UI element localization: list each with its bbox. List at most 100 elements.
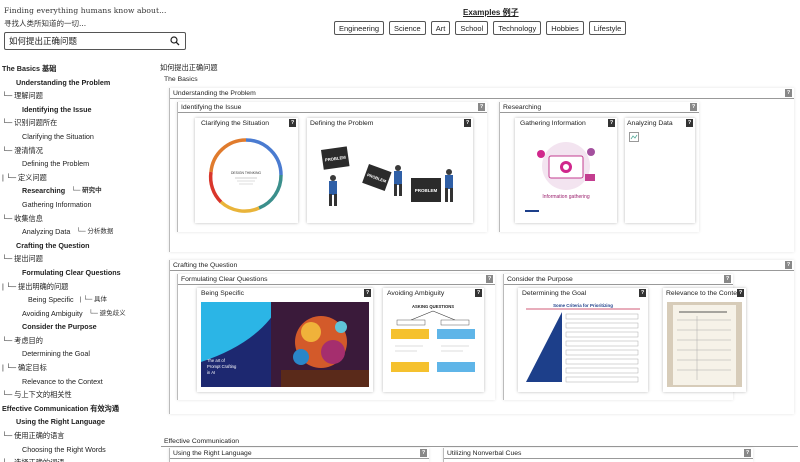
outline-item-text: Identifying the Issue [22,104,92,114]
outline-item[interactable]: Avoiding Ambiguity └─ 避免歧义 [2,307,157,321]
outline-item[interactable]: Formulating Clear Questions [2,266,157,280]
problem-boxes-image: PROBLEM PROBLEM PROBLEM [311,132,469,218]
node-effective-title: Effective Communication [161,436,798,447]
help-icon[interactable]: ? [289,119,296,127]
help-icon[interactable]: ? [737,289,744,297]
chip-lifestyle[interactable]: Lifestyle [588,21,627,35]
node-identifying-title: Identifying the Issue [178,102,487,113]
search-box[interactable]: 如何提出正确问题 [4,32,186,50]
outline-item-translation: └─ 研究中 [71,187,102,195]
help-icon[interactable]: ? [608,119,615,127]
outline-item[interactable]: Using the Right Language [2,415,157,429]
prompt-crafting-image: The art of Prompt Crafting in AI [201,302,369,387]
card-gathering-information[interactable]: Gathering Information ? Information gath… [515,118,617,223]
outline-item[interactable]: └─ 收集信息 [2,212,157,226]
problem-label: PROBLEM [415,188,438,193]
outline-item-text: Using the Right Language [16,417,106,427]
card-relevance-title: Relevance to the Context [666,290,743,297]
chip-technology[interactable]: Technology [493,21,542,35]
outline-item[interactable]: Choosing the Right Words [2,443,157,457]
card-avoiding-ambiguity[interactable]: Avoiding Ambiguity ? ASKING QUESTIONS [383,288,484,392]
outline-item[interactable]: Defining the Problem [2,157,157,171]
card-determining-goal[interactable]: Determining the Goal ? Some Criteria for… [518,288,648,392]
help-icon[interactable]: ? [785,261,792,269]
outline-item[interactable]: | └─ 定义问题 [2,171,157,185]
chip-school[interactable]: School [455,21,489,35]
help-icon[interactable]: ? [420,449,427,457]
outline-item-text: Researching [22,186,66,196]
chip-science[interactable]: Science [389,21,426,35]
outline-item[interactable]: └─ 考虑目的 [2,334,157,348]
example-chips: Engineering Science Art School Technolog… [334,21,627,35]
card-being-specific[interactable]: Being Specific ? The art of Prompt Craft… [197,288,373,392]
outline-item[interactable]: └─ 理解问题 [2,89,157,103]
help-icon[interactable]: ? [686,119,693,127]
node-using-language-title: Using the Right Language [170,448,429,459]
asking-questions-label: ASKING QUESTIONS [412,304,454,309]
tagline: Finding everything humans know about... [4,6,167,15]
help-icon[interactable]: ? [785,89,792,97]
outline-item-text: Effective Communication 有效沟通 [2,403,120,413]
outline-item[interactable]: Researching └─ 研究中 [2,184,157,198]
circle-center-text: DESIGN THINKING [231,171,261,175]
information-gathering-image: Information gathering [519,132,613,218]
outline-item[interactable]: | └─ 提出明确的问题 [2,280,157,294]
outline-item[interactable]: Clarifying the Situation [2,130,157,144]
outline-item-text: └─ 收集信息 [2,213,43,223]
help-icon[interactable]: ? [464,119,471,127]
card-determining-title: Determining the Goal [522,290,587,297]
outline-item[interactable]: └─ 识别问题所在 [2,116,157,130]
outline-item[interactable]: | └─ 确定目标 [2,361,157,375]
outline-item[interactable]: Consider the Purpose [2,320,157,334]
examples-title: Examples 例子 [463,8,519,17]
chip-hobbies[interactable]: Hobbies [546,21,584,35]
outline-item[interactable]: Analyzing Data └─ 分析数据 [2,225,157,239]
node-the-basics-title: The Basics [164,76,198,83]
outline-item-text: Relevance to the Context [22,376,103,386]
help-icon[interactable]: ? [724,275,731,283]
outline-item[interactable]: └─ 与上下文的相关性 [2,388,157,402]
outline-item[interactable]: Relevance to the Context [2,375,157,389]
outline-item[interactable]: Determining the Goal [2,347,157,361]
art-caption-line3: in AI [207,370,215,375]
design-thinking-image: DESIGN THINKING [199,132,294,218]
card-clarifying-situation[interactable]: Clarifying the Situation ? DESIGN THINKI… [195,118,298,223]
help-icon[interactable]: ? [475,289,482,297]
help-icon[interactable]: ? [478,103,485,111]
outline-item[interactable]: Gathering Information [2,198,157,212]
outline-item[interactable]: Crafting the Question [2,239,157,253]
outline-item-text: Being Specific [28,295,74,305]
outline-item-text: └─ 理解问题 [2,91,43,101]
node-using-right-language[interactable]: Using the Right Language ? [169,448,429,462]
outline-item[interactable]: └─ 选择正确的词语 [2,456,157,462]
search-input[interactable]: 如何提出正确问题 [9,35,169,47]
help-icon[interactable]: ? [486,275,493,283]
outline-item[interactable]: └─ 澄清情况 [2,144,157,158]
outline-item[interactable]: Being Specific | └─ 具体 [2,293,157,307]
outline-item[interactable]: Identifying the Issue [2,103,157,117]
chip-engineering[interactable]: Engineering [334,21,385,35]
outline-item-text: | └─ 提出明确的问题 [2,281,69,291]
outline-item-text: Determining the Goal [22,349,90,359]
card-clarifying-title: Clarifying the Situation [201,120,270,127]
outline-item[interactable]: └─ 使用正确的语言 [2,429,157,443]
help-icon[interactable]: ? [639,289,646,297]
outline-item[interactable]: └─ 提出问题 [2,252,157,266]
card-defining-problem[interactable]: Defining the Problem ? PROBLEM PROBLEM P… [307,118,473,223]
outline-item[interactable]: The Basics 基础 [2,62,157,76]
search-icon[interactable] [169,35,181,47]
help-icon[interactable]: ? [744,449,751,457]
outline-item[interactable]: Understanding the Problem [2,76,157,90]
broken-image-icon [629,132,691,218]
node-understanding-title: Understanding the Problem [170,88,794,99]
card-relevance-context[interactable]: Relevance to the Context ? [663,288,746,392]
node-nonverbal-cues[interactable]: Utilizing Nonverbal Cues ? [443,448,753,462]
help-icon[interactable]: ? [364,289,371,297]
outline-item[interactable]: Effective Communication 有效沟通 [2,402,157,416]
outline-item-text: Formulating Clear Questions [22,267,121,277]
card-analyzing-data[interactable]: Analyzing Data ? [625,118,695,223]
context-document-image [667,302,742,387]
help-icon[interactable]: ? [690,103,697,111]
chip-art[interactable]: Art [430,21,451,35]
outline-item-text: └─ 提出问题 [2,254,43,264]
